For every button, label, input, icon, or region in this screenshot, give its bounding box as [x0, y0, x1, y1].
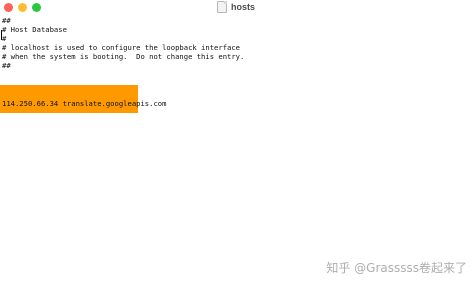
window-title: hosts — [217, 1, 255, 13]
text-editor-area[interactable]: ## # Host Database # # localhost is used… — [0, 14, 474, 285]
editor-line-1: ## — [2, 16, 11, 25]
title-bar[interactable]: hosts — [0, 0, 474, 14]
watermark-text: 知乎 @Grasssss卷起来了 — [326, 261, 467, 275]
zoom-window-button[interactable] — [32, 3, 41, 12]
text-editor-window: hosts ## # Host Database # # localhost i… — [0, 0, 474, 285]
editor-line-5: # when the system is booting. Do not cha… — [2, 52, 245, 61]
minimize-window-button[interactable] — [18, 3, 27, 12]
editor-line-3: # — [2, 34, 7, 43]
editor-line-2: # Host Database — [2, 25, 67, 34]
text-document-icon — [217, 1, 227, 13]
close-window-button[interactable] — [4, 3, 13, 12]
editor-line-4: # localhost is used to configure the loo… — [2, 43, 240, 52]
editor-line-6: ## — [2, 61, 11, 70]
editor-line-hosts-entry: 114.250.66.34 translate.googleapis.com — [2, 99, 167, 108]
window-title-text: hosts — [231, 2, 256, 12]
